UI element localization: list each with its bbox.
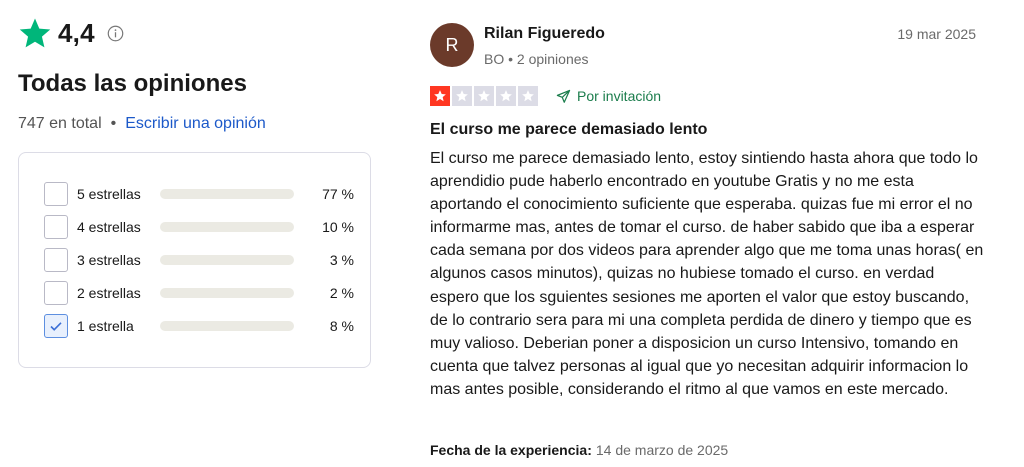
invited-label: Por invitación — [577, 88, 662, 104]
rating-bar-track — [160, 321, 294, 331]
review-body: El curso me parece demasiado lento, esto… — [430, 150, 984, 398]
star-box — [474, 86, 494, 106]
filter-percent: 10 % — [322, 219, 354, 235]
filter-label: 4 estrellas — [77, 219, 141, 235]
filter-label: 5 estrellas — [77, 186, 141, 202]
checkbox[interactable] — [44, 314, 68, 338]
star-icon — [478, 90, 490, 102]
filter-row-1-star[interactable]: 1 estrella 8 % — [44, 313, 354, 339]
star-icon — [522, 90, 534, 102]
filter-row-2-stars[interactable]: 2 estrellas 2 % — [44, 280, 354, 306]
review-stars-row: Por invitación — [430, 86, 661, 106]
experience-value: 14 de marzo de 2025 — [595, 442, 729, 458]
rating-bar-track — [160, 255, 294, 265]
review-date: 19 mar 2025 — [897, 26, 976, 42]
rating-bar-track — [160, 222, 294, 232]
filter-row-4-stars[interactable]: 4 estrellas 10 % — [44, 214, 354, 240]
total-count: 747 en total — [18, 115, 102, 132]
star-icon — [456, 90, 468, 102]
filter-label: 3 estrellas — [77, 252, 141, 268]
checkbox[interactable] — [44, 248, 68, 272]
checkmark-icon — [50, 322, 62, 331]
rating-filter-card: 5 estrellas 77 % 4 estrellas 10 % 3 estr… — [18, 152, 371, 368]
star-box — [518, 86, 538, 106]
info-icon[interactable] — [107, 25, 124, 42]
avatar[interactable]: R — [430, 23, 474, 67]
checkbox[interactable] — [44, 281, 68, 305]
star-box — [496, 86, 516, 106]
star-box — [430, 86, 450, 106]
star-icon — [19, 18, 51, 48]
rating-bar-track — [160, 189, 294, 199]
filter-percent: 77 % — [322, 186, 354, 202]
reviewer-name[interactable]: Rilan Figueredo — [484, 25, 605, 43]
reviewer-meta: BO • 2 opiniones — [484, 51, 589, 67]
experience-label: Fecha de la experiencia: — [430, 442, 592, 458]
filter-label: 2 estrellas — [77, 285, 141, 301]
rating-bar-track — [160, 288, 294, 298]
invited-badge[interactable]: Por invitación — [556, 88, 661, 104]
filter-percent: 2 % — [329, 285, 354, 301]
experience-date: Fecha de la experiencia: 14 de marzo de 2… — [430, 442, 728, 458]
separator-dot: • — [110, 115, 117, 132]
checkbox[interactable] — [44, 182, 68, 206]
page-title: Todas las opiniones — [18, 70, 247, 97]
review-title[interactable]: El curso me parece demasiado lento — [430, 121, 707, 139]
overall-score: 4,4 — [58, 17, 95, 48]
star-icon — [434, 90, 446, 102]
filter-percent: 3 % — [329, 252, 354, 268]
filter-row-3-stars[interactable]: 3 estrellas 3 % — [44, 247, 354, 273]
star-icon — [500, 90, 512, 102]
total-row: 747 en total • Escribir una opinión — [18, 115, 266, 133]
send-icon — [556, 89, 571, 103]
star-rating — [430, 86, 540, 106]
star-box — [452, 86, 472, 106]
filter-row-5-stars[interactable]: 5 estrellas 77 % — [44, 181, 354, 207]
rating-summary: 4,4 — [18, 16, 124, 50]
checkbox[interactable] — [44, 215, 68, 239]
filter-label: 1 estrella — [77, 318, 134, 334]
filter-percent: 8 % — [329, 318, 354, 334]
write-review-link[interactable]: Escribir una opinión — [125, 115, 266, 133]
